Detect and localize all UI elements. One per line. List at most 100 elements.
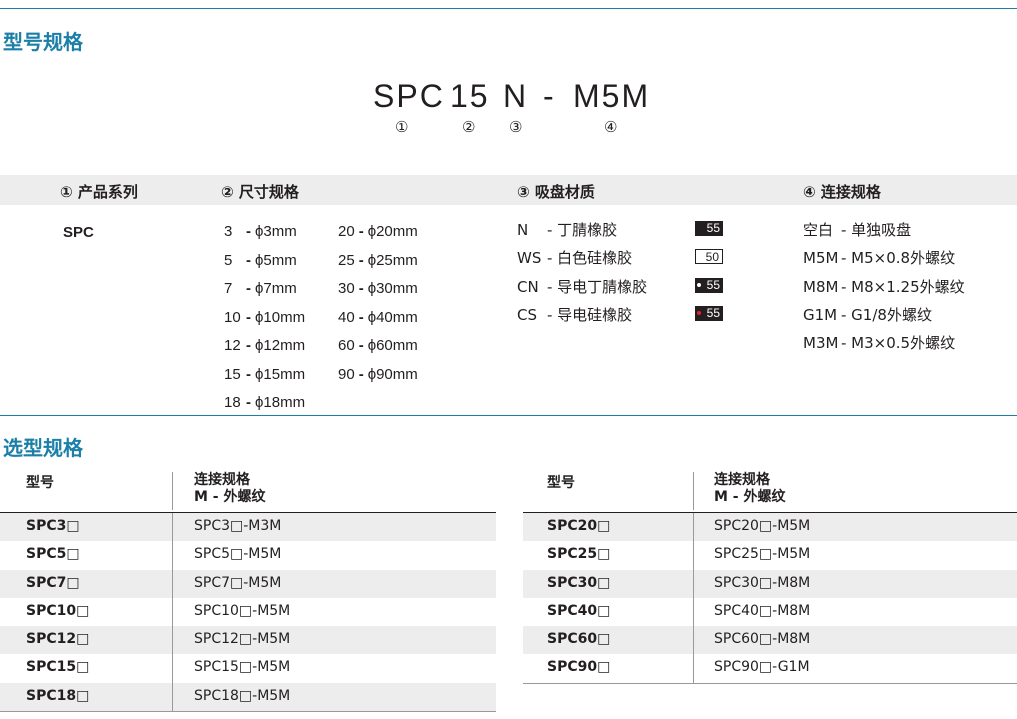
- size-code: 25: [338, 251, 355, 269]
- code-part-connection: M5M: [573, 78, 651, 114]
- size-code: 40: [338, 308, 355, 326]
- column-divider: [693, 513, 694, 542]
- selection-table-right: 型号 连接规格 M - 外螺纹 SPC20□ SPC20□-M5M SPC25□ SP…: [523, 469, 1017, 684]
- column-divider: [172, 597, 173, 627]
- connection-cell: SPC30□-M8M: [714, 574, 811, 591]
- hardness-value: 50: [705, 250, 719, 265]
- size-dash: -: [358, 251, 364, 269]
- size-option: 40- ϕ40mm: [338, 309, 418, 326]
- column-divider: [172, 626, 173, 655]
- hardness-badge: 50: [695, 249, 723, 265]
- connection-name: - M8×1.25外螺纹: [841, 277, 965, 296]
- spec-header-bar: ① 产品系列 ② 尺寸规格 ③ 吸盘材质 ④ 连接规格: [0, 175, 1017, 205]
- connection-cell: SPC10□-M5M: [194, 602, 291, 619]
- connection-code: M8M: [803, 277, 839, 296]
- table-row: SPC10□ SPC10□-M5M: [0, 597, 496, 627]
- header-size: ② 尺寸规格: [221, 183, 299, 201]
- model-cell: SPC12□: [26, 631, 90, 648]
- size-dash: -: [246, 365, 251, 383]
- material-option: CS - 导电硅橡胶: [517, 304, 632, 325]
- size-code: 10: [224, 308, 241, 326]
- series-value: SPC: [63, 224, 94, 241]
- size-diameter: ϕ5mm: [255, 251, 297, 269]
- material-name: - 白色硅橡胶: [547, 249, 633, 268]
- connection-option: M3M - M3×0.5外螺纹: [803, 332, 955, 353]
- size-code: 20: [338, 223, 355, 240]
- connection-cell: SPC3□-M3M: [194, 518, 282, 534]
- connection-name: - 单独吸盘: [841, 221, 912, 239]
- table-row: SPC20□ SPC20□-M5M: [523, 513, 1017, 542]
- header-material: ③ 吸盘材质: [517, 183, 595, 201]
- code-part-dash: -: [543, 78, 556, 114]
- col-connection-header: 连接规格 M - 外螺纹: [194, 472, 266, 506]
- model-cell: SPC40□: [547, 602, 611, 619]
- connection-cell: SPC25□-M5M: [714, 546, 811, 563]
- size-diameter: ϕ18mm: [255, 394, 306, 411]
- connection-cell: SPC20□-M5M: [714, 518, 811, 534]
- size-dash: -: [246, 308, 251, 326]
- size-code: 30: [338, 280, 355, 297]
- material-option: WS - 白色硅橡胶: [517, 247, 632, 268]
- column-divider: [172, 654, 173, 683]
- selection-table-header: 型号 连接规格 M - 外螺纹: [523, 469, 1017, 513]
- hardness-badge: 55: [695, 305, 723, 321]
- size-dash: -: [358, 365, 364, 383]
- size-diameter: ϕ7mm: [255, 280, 297, 297]
- connection-name: - M3×0.5外螺纹: [841, 334, 956, 353]
- selection-table-header: 型号 连接规格 M - 外螺纹: [0, 469, 496, 513]
- size-code: 7: [224, 280, 233, 297]
- column-divider: [693, 654, 694, 683]
- size-code: 60: [338, 337, 355, 354]
- size-diameter: ϕ60mm: [367, 337, 418, 354]
- connection-cell: SPC90□-G1M: [714, 659, 810, 676]
- material-option: N - 丁腈橡胶: [517, 219, 617, 240]
- size-option: 30- ϕ30mm: [338, 280, 418, 297]
- connection-cell: SPC40□-M8M: [714, 602, 811, 619]
- model-cell: SPC15□: [26, 659, 90, 676]
- col-connection-header-line1: 连接规格: [194, 472, 250, 488]
- model-cell: SPC7□: [26, 574, 80, 591]
- column-divider: [693, 626, 694, 655]
- table-row: SPC18□ SPC18□-M5M: [0, 682, 496, 713]
- table-row: SPC90□ SPC90□-G1M: [523, 654, 1017, 684]
- code-index-2: ②: [462, 119, 476, 136]
- model-cell: SPC30□: [547, 574, 611, 591]
- material-code: CN: [517, 277, 539, 296]
- size-dash: -: [358, 280, 364, 297]
- table-row: SPC7□ SPC7□-M5M: [0, 569, 496, 598]
- table-row: SPC5□ SPC5□-M5M: [0, 541, 496, 570]
- size-diameter: ϕ10mm: [255, 308, 306, 326]
- size-option: 15- ϕ15mm: [224, 366, 305, 383]
- size-option: 18- ϕ18mm: [224, 394, 305, 411]
- connection-option: M5M - M5×0.8外螺纹: [803, 247, 955, 268]
- code-index-1: ①: [395, 119, 409, 136]
- size-diameter: ϕ40mm: [367, 308, 418, 326]
- code-part-series: SPC: [373, 78, 445, 114]
- connection-name: - G1/8外螺纹: [841, 305, 932, 324]
- table-row: SPC60□ SPC60□-M8M: [523, 626, 1017, 655]
- size-dash: -: [246, 337, 251, 354]
- size-option: 3- ϕ3mm: [224, 223, 297, 240]
- size-option: 60- ϕ60mm: [338, 337, 418, 354]
- size-dash: -: [246, 251, 251, 269]
- material-code: N: [517, 221, 529, 239]
- code-part-material: N: [503, 78, 529, 114]
- code-index-3: ③: [509, 119, 523, 136]
- col-model-header: 型号: [547, 475, 575, 491]
- size-diameter: ϕ12mm: [255, 337, 306, 354]
- material-name: - 导电硅橡胶: [547, 305, 633, 324]
- size-option: 25- ϕ25mm: [338, 252, 418, 269]
- section-title-selection: 选型规格: [3, 436, 83, 460]
- size-dash: -: [358, 308, 364, 326]
- model-cell: SPC25□: [547, 546, 611, 563]
- size-dash: -: [358, 223, 364, 240]
- size-code: 90: [338, 365, 355, 383]
- column-divider: [172, 513, 173, 542]
- hardness-value: 55: [706, 221, 720, 235]
- top-divider: [0, 8, 1017, 9]
- model-cell: SPC10□: [26, 602, 90, 619]
- connection-cell: SPC7□-M5M: [194, 574, 282, 591]
- code-index-4: ④: [604, 119, 618, 136]
- connection-name: - M5×0.8外螺纹: [841, 249, 956, 268]
- material-name: - 丁腈橡胶: [547, 221, 618, 239]
